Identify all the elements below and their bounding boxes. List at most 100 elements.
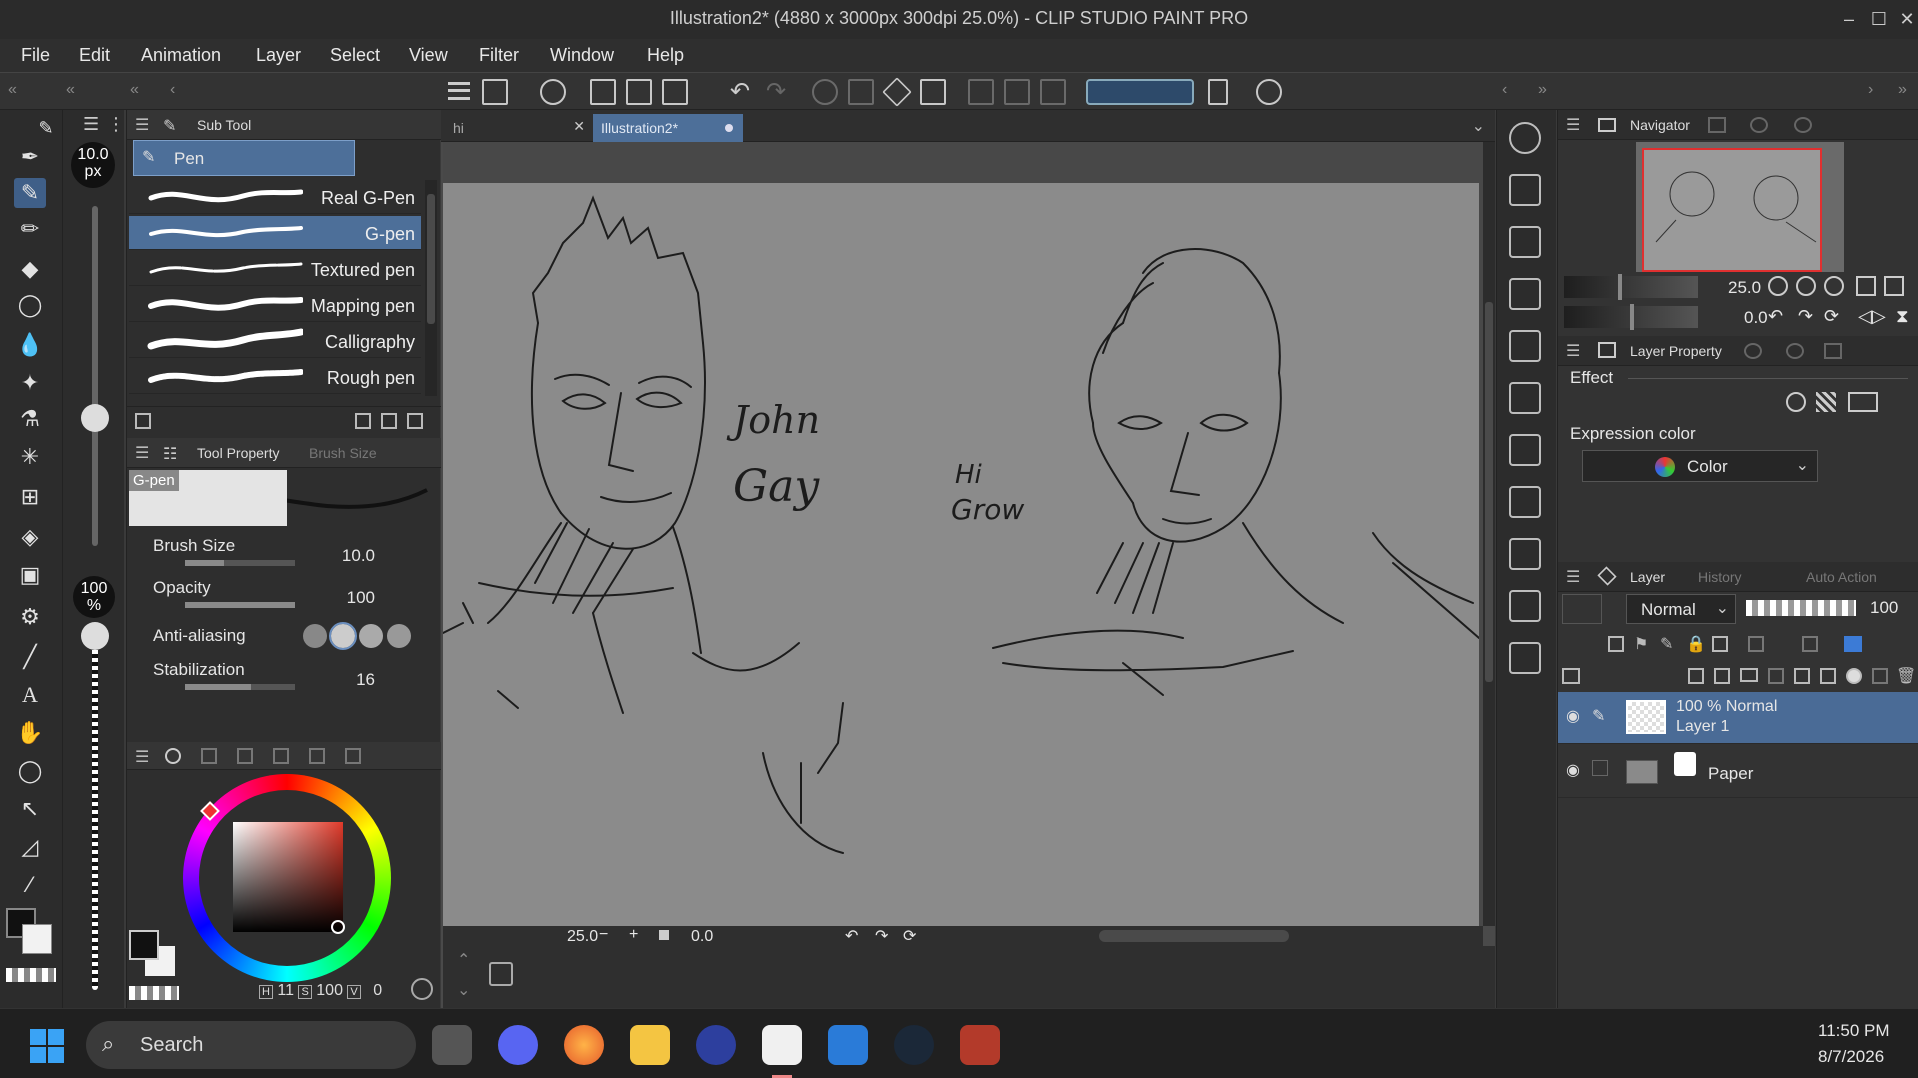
reset-rotation-icon[interactable]: ⟳ xyxy=(903,926,916,946)
blend-tool-icon[interactable]: 💧 xyxy=(14,330,46,360)
apply-mask-icon[interactable] xyxy=(1872,668,1888,684)
minimize-icon[interactable]: – xyxy=(1834,6,1864,32)
tab-icon-3[interactable] xyxy=(1824,343,1842,359)
snap-group-icon[interactable] xyxy=(1086,79,1194,105)
tone-effect-icon[interactable] xyxy=(1816,392,1836,412)
color-panel-main-swatch[interactable] xyxy=(129,930,159,960)
combine-layer-icon[interactable] xyxy=(1820,668,1836,684)
expand-right-icon-2[interactable]: » xyxy=(1898,81,1907,99)
nav-angle-value[interactable]: 0.0 xyxy=(1744,308,1768,328)
menu-help[interactable]: Help xyxy=(647,45,684,66)
pencil-tool-icon[interactable]: ✏ xyxy=(14,214,46,244)
discord-icon[interactable] xyxy=(498,1025,538,1065)
chevron-left-icon[interactable]: ‹ xyxy=(170,81,175,99)
brush-list-scrollbar[interactable] xyxy=(425,180,437,396)
opacity-row[interactable]: Opacity 100 xyxy=(145,576,407,610)
transparent-color-swatch[interactable] xyxy=(6,968,56,982)
opacity-knob[interactable] xyxy=(81,622,109,650)
menu-icon[interactable]: ☰ xyxy=(1566,341,1580,361)
selection-icon[interactable] xyxy=(848,79,874,105)
brush-item-calligraphy[interactable]: Calligraphy xyxy=(129,324,421,358)
chevron-left-icon-right[interactable]: ‹ xyxy=(1502,81,1507,99)
layer-color-icon[interactable] xyxy=(1848,392,1878,412)
clip-studio-taskbar-icon[interactable] xyxy=(762,1025,802,1065)
edit-target-empty-icon[interactable] xyxy=(1592,760,1608,776)
sub-tool-settings-icon[interactable] xyxy=(135,413,151,429)
layer-list-icon[interactable] xyxy=(1562,668,1580,684)
sub-tool-group[interactable]: ✎ Pen xyxy=(133,140,355,176)
menu-filter[interactable]: Filter xyxy=(479,45,519,66)
fit-icon[interactable] xyxy=(659,930,669,940)
clock-time[interactable]: 11:50 PM xyxy=(1818,1021,1890,1041)
new-file-icon[interactable] xyxy=(590,79,616,105)
layer-row-paper[interactable]: ◉ Paper xyxy=(1558,746,1918,798)
navigator-preview[interactable] xyxy=(1636,142,1844,272)
transfer-layer-icon[interactable] xyxy=(1768,668,1784,684)
clear-selection-icon[interactable] xyxy=(968,79,994,105)
tab-icon-2[interactable] xyxy=(1786,343,1804,359)
blend-mode-select[interactable]: Normal ⌄ xyxy=(1626,594,1736,624)
delete-layer-icon[interactable]: 🗑 xyxy=(1896,666,1916,686)
ruler-layer-icon[interactable] xyxy=(1802,636,1818,652)
nav-zoom-value[interactable]: 25.0 xyxy=(1728,278,1761,298)
clip-studio-icon[interactable] xyxy=(540,79,566,105)
firefox-icon[interactable] xyxy=(564,1025,604,1065)
transform-icon[interactable] xyxy=(920,79,946,105)
saturation-value-square[interactable] xyxy=(233,822,343,932)
taskbar-search[interactable]: ⌕ Search xyxy=(86,1021,416,1069)
layer-opacity-slider[interactable] xyxy=(1746,600,1856,616)
color-slider-tab-icon[interactable] xyxy=(201,748,217,764)
nav-zoom-slider[interactable] xyxy=(1564,274,1698,300)
color-history-tab-icon[interactable] xyxy=(345,748,361,764)
steam-icon[interactable] xyxy=(894,1025,934,1065)
layer-row-layer-1[interactable]: ◉ ✎ 100 % Normal Layer 1 xyxy=(1558,692,1918,744)
open-folder-icon[interactable] xyxy=(626,79,652,105)
text-tool-icon[interactable]: A xyxy=(14,680,46,710)
color-set-tab-icon[interactable] xyxy=(237,748,253,764)
close-icon[interactable]: ✕ xyxy=(1892,6,1918,32)
brush-size-slider[interactable] xyxy=(92,206,98,546)
task-view-icon[interactable] xyxy=(432,1025,472,1065)
mask-icon[interactable] xyxy=(1748,636,1764,652)
menu-layer[interactable]: Layer xyxy=(256,45,301,66)
close-tab-icon[interactable]: ✕ xyxy=(573,118,585,135)
frame-tool-icon[interactable]: ◿ xyxy=(14,832,46,862)
menu-icon[interactable]: ☰ xyxy=(135,115,149,135)
close-panel-icon[interactable] xyxy=(1509,278,1541,310)
reference-layer-icon[interactable]: ⚑ xyxy=(1634,634,1648,654)
expression-color-select[interactable]: Color ⌄ xyxy=(1582,450,1818,482)
menu-edit[interactable]: Edit xyxy=(79,45,110,66)
opacity-slider[interactable] xyxy=(92,638,98,990)
visibility-eye-icon[interactable]: ◉ xyxy=(1566,706,1580,726)
help-small-icon[interactable] xyxy=(1794,117,1812,133)
ruler-icon[interactable] xyxy=(1208,79,1228,105)
timeline-icon[interactable] xyxy=(489,962,513,986)
canvas-vertical-scrollbar[interactable] xyxy=(1483,142,1495,926)
file-explorer-icon[interactable] xyxy=(630,1025,670,1065)
zoom-in-icon[interactable]: + xyxy=(629,926,638,944)
tab-dropdown-icon[interactable]: ⌄ xyxy=(1472,116,1485,136)
material-doc-icon[interactable] xyxy=(1509,382,1541,414)
actual-size-icon[interactable] xyxy=(1824,276,1844,296)
grid-tool-icon[interactable]: ⊞ xyxy=(14,482,46,512)
aa-weak-icon[interactable] xyxy=(329,622,357,650)
save-icon[interactable] xyxy=(662,79,688,105)
material-pose-icon[interactable] xyxy=(1509,642,1541,674)
menu-window[interactable]: Window xyxy=(550,45,614,66)
brush-item-real-g-pen[interactable]: Real G-Pen xyxy=(129,180,421,214)
brush-size-field[interactable]: 10.0 xyxy=(342,546,375,566)
new-vector-layer-icon[interactable] xyxy=(1714,668,1730,684)
clock-date[interactable]: 8/7/2026 xyxy=(1818,1047,1884,1067)
tab-auto-action[interactable]: Auto Action xyxy=(1806,569,1877,585)
help-icon[interactable] xyxy=(1256,79,1282,105)
layer-mask-icon[interactable] xyxy=(1846,668,1862,684)
menu-icon[interactable]: ☰ xyxy=(1566,115,1580,135)
canvas-angle-value[interactable]: 0.0 xyxy=(691,928,713,946)
nav-rotate-slider[interactable] xyxy=(1564,304,1698,330)
new-folder-icon[interactable] xyxy=(1740,668,1758,682)
color-panel-transparent-swatch[interactable] xyxy=(129,986,179,1000)
object-tool-icon[interactable]: ↖ xyxy=(14,794,46,824)
brush-item-mapping-pen[interactable]: Mapping pen xyxy=(129,288,421,322)
flip-horizontal-icon[interactable]: ◁▷ xyxy=(1858,306,1886,327)
line-tool-icon[interactable]: ╱ xyxy=(14,642,46,672)
